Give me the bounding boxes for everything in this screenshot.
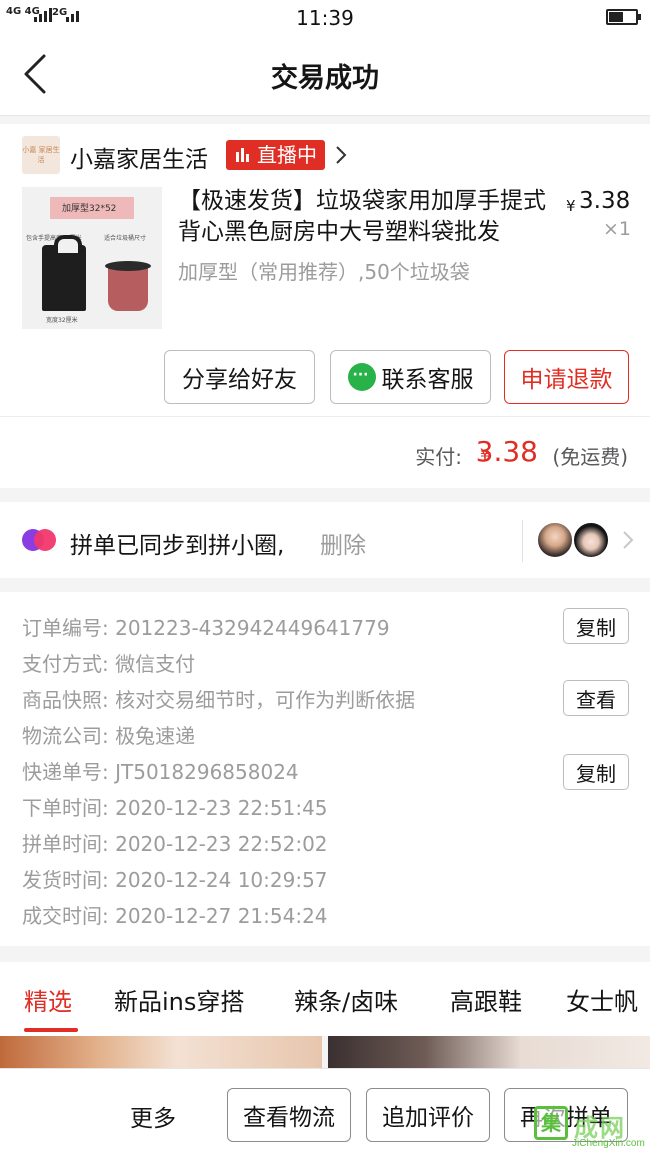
nav-bar: 交易成功 bbox=[0, 34, 650, 116]
detail-row-ship-time: 发货时间: 2020-12-24 10:29:57 bbox=[22, 868, 328, 892]
paid-amount: 3.38 bbox=[475, 435, 538, 468]
watermark: 集 成网 JiChengXin.com bbox=[534, 1104, 650, 1150]
watermark-logo-icon: 集 bbox=[534, 1106, 568, 1140]
tab-spicy-snacks[interactable]: 辣条/卤味 bbox=[294, 982, 398, 1017]
status-bar: 4G 4G 2G 11:39 bbox=[0, 0, 650, 34]
shop-logo[interactable]: 小嘉 家居生活 bbox=[22, 136, 60, 174]
detail-row-order-number: 订单编号: 201223-432942449641779 bbox=[22, 616, 390, 640]
paid-label: 实付: bbox=[415, 445, 462, 469]
tab-womens-canvas[interactable]: 女士帆 bbox=[566, 982, 638, 1017]
trash-bin-icon bbox=[105, 261, 151, 311]
product-image-note-right: 适合垃圾桶尺寸 bbox=[104, 235, 147, 242]
contact-service-button[interactable]: 联系客服 bbox=[330, 350, 491, 404]
tab-featured[interactable]: 精选 bbox=[24, 982, 72, 1017]
battery-icon bbox=[606, 9, 641, 25]
detail-row-snapshot: 商品快照: 核对交易细节时，可作为判断依据 bbox=[22, 688, 416, 712]
price-currency: ¥ bbox=[566, 197, 576, 215]
product-spec: 加厚型（常用推荐）,50个垃圾袋 bbox=[178, 260, 470, 284]
product-title[interactable]: 【极速发货】垃圾袋家用加厚手提式背心黑色厨房中大号塑料袋批发 bbox=[178, 186, 548, 248]
tab-new-ins[interactable]: 新品ins穿搭 bbox=[114, 982, 244, 1017]
page-title: 交易成功 bbox=[271, 63, 379, 94]
active-tab-indicator bbox=[24, 1028, 78, 1032]
detail-row-payment-method: 支付方式: 微信支付 bbox=[22, 652, 196, 676]
more-button[interactable]: 更多 bbox=[130, 1099, 176, 1133]
feed-item-image[interactable] bbox=[0, 1036, 322, 1068]
product-image-banner: 加厚型32*52 bbox=[50, 197, 134, 219]
battery-level bbox=[609, 12, 624, 22]
detail-row-logistics-company: 物流公司: 极兔速递 bbox=[22, 724, 196, 748]
watermark-url: JiChengXin.com bbox=[572, 1138, 645, 1149]
product-image[interactable]: 加厚型32*52 包含手提高度52厘米 适合垃圾桶尺寸 宽度32厘米 bbox=[22, 187, 162, 329]
detail-row-group-time: 拼单时间: 2020-12-23 22:52:02 bbox=[22, 832, 328, 856]
product-feed bbox=[0, 1036, 650, 1068]
avatar[interactable] bbox=[536, 521, 574, 559]
chevron-right-icon[interactable] bbox=[620, 528, 636, 552]
view-snapshot-button[interactable]: 查看 bbox=[563, 680, 629, 716]
shipping-note: (免运费) bbox=[552, 445, 628, 469]
live-bars-icon bbox=[236, 148, 249, 162]
detail-row-order-time: 下单时间: 2020-12-23 22:51:45 bbox=[22, 796, 328, 820]
avatar[interactable] bbox=[572, 521, 610, 559]
product-price: 3.38 bbox=[579, 188, 631, 214]
share-button[interactable]: 分享给好友 bbox=[164, 350, 315, 404]
group-sync-delete[interactable]: 删除 bbox=[320, 526, 366, 560]
detail-row-tracking-number: 快递单号: JT5018296858024 bbox=[22, 760, 299, 784]
live-label: 直播中 bbox=[257, 143, 317, 167]
live-badge[interactable]: 直播中 bbox=[226, 140, 325, 170]
add-review-button[interactable]: 追加评价 bbox=[366, 1088, 490, 1142]
clock: 11:39 bbox=[296, 6, 354, 30]
product-image-note-bottom: 宽度32厘米 bbox=[46, 317, 78, 324]
feed-item-image[interactable] bbox=[328, 1036, 650, 1068]
payment-summary: 实付: ¥ 3.38 (免运费) bbox=[0, 416, 650, 488]
product-image-label: 加厚型32*52 bbox=[62, 204, 117, 214]
contact-service-label: 联系客服 bbox=[381, 367, 474, 393]
tab-high-heels[interactable]: 高跟鞋 bbox=[450, 982, 522, 1017]
copy-order-number-button[interactable]: 复制 bbox=[563, 608, 629, 644]
group-sync-text: 拼单已同步到拼小圈, bbox=[70, 533, 285, 559]
shop-name[interactable]: 小嘉家居生活 bbox=[70, 140, 208, 174]
recommend-tabs: 精选 新品ins穿搭 辣条/卤味 高跟鞋 女士帆 bbox=[0, 962, 650, 1036]
group-sync-row[interactable]: 拼单已同步到拼小圈, 删除 bbox=[0, 502, 650, 578]
product-quantity: ×1 bbox=[603, 218, 632, 240]
copy-tracking-number-button[interactable]: 复制 bbox=[563, 754, 629, 790]
refund-button[interactable]: 申请退款 bbox=[504, 350, 629, 404]
chat-bubble-icon bbox=[347, 363, 376, 391]
order-details: 订单编号: 201223-432942449641779 支付方式: 微信支付 … bbox=[0, 592, 650, 946]
pinxiaoquan-icon bbox=[22, 529, 58, 551]
trash-bag-icon bbox=[42, 235, 86, 311]
divider bbox=[522, 520, 523, 562]
view-logistics-button[interactable]: 查看物流 bbox=[227, 1088, 351, 1142]
detail-row-complete-time: 成交时间: 2020-12-27 21:54:24 bbox=[22, 904, 328, 928]
chevron-right-icon[interactable] bbox=[332, 143, 350, 167]
